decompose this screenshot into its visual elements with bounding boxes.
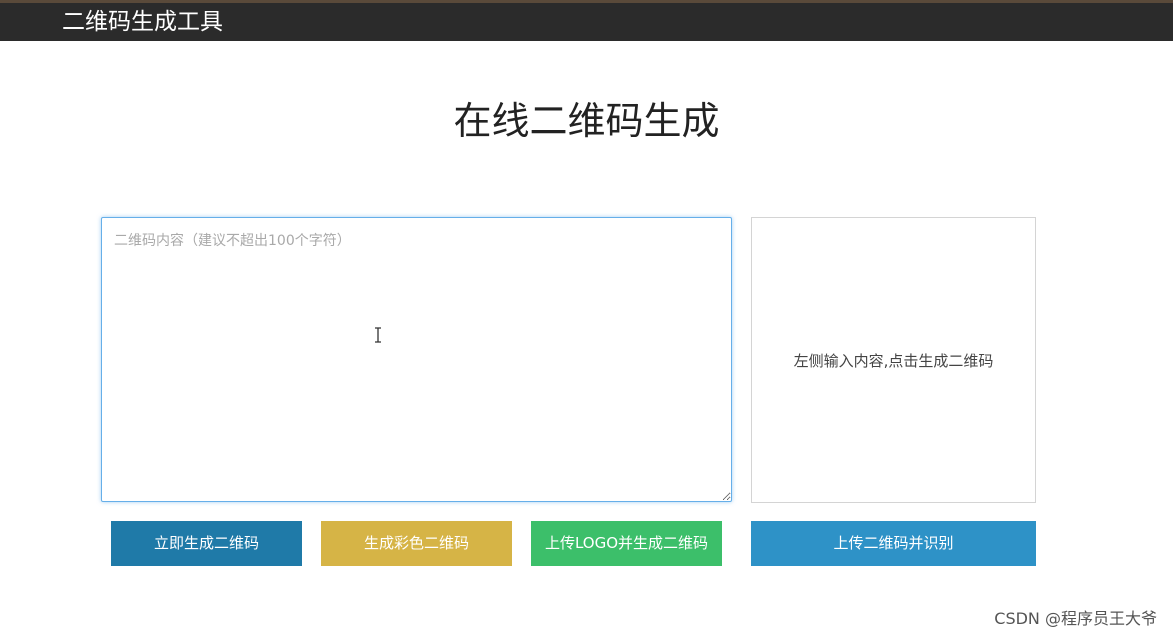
qr-content-input[interactable]	[101, 217, 732, 502]
generate-color-qr-button[interactable]: 生成彩色二维码	[321, 521, 512, 566]
upload-logo-generate-button[interactable]: 上传LOGO并生成二维码	[531, 521, 722, 566]
qr-preview-panel: 左侧输入内容,点击生成二维码	[751, 217, 1036, 503]
brand-title[interactable]: 二维码生成工具	[62, 7, 223, 37]
qr-preview-hint: 左侧输入内容,点击生成二维码	[793, 352, 994, 370]
csdn-watermark: CSDN @程序员王大爷	[994, 609, 1157, 628]
top-navbar: 二维码生成工具	[0, 0, 1173, 41]
page-title: 在线二维码生成	[453, 99, 720, 143]
text-cursor-icon	[375, 327, 381, 343]
generate-qr-button[interactable]: 立即生成二维码	[111, 521, 302, 566]
upload-qr-recognize-button[interactable]: 上传二维码并识别	[751, 521, 1036, 566]
